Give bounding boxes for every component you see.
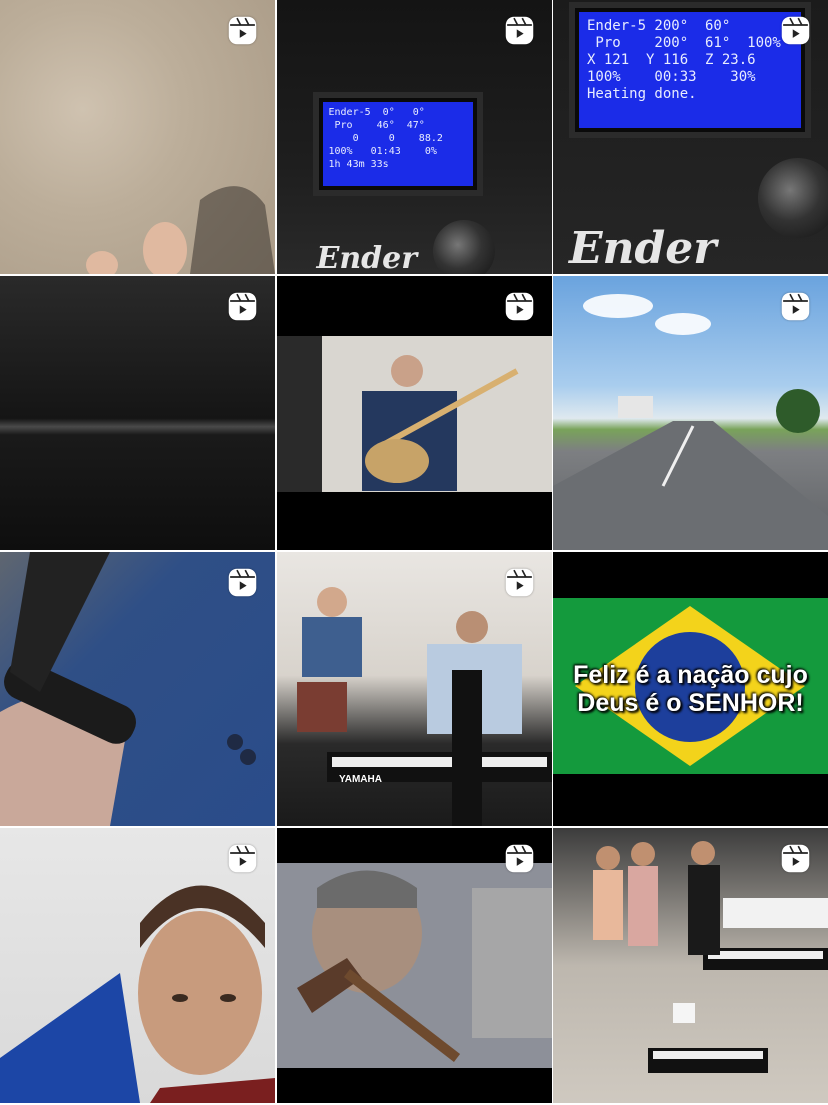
verse-line-1: Feliz é a nação cujo [573, 661, 808, 689]
lcd-row: 100% 00:33 30% [587, 69, 756, 85]
reels-grid: Ender-5 0° 0° Pro 46° 47° 0 0 88.2 100% … [0, 0, 828, 1105]
reels-icon [503, 842, 536, 875]
printer-knob [432, 220, 495, 274]
reel-tile[interactable]: Ender-5 0° 0° Pro 46° 47° 0 0 88.2 100% … [276, 0, 552, 274]
lcd-row: 0 0 88.2 [328, 133, 443, 144]
reel-tile[interactable] [0, 0, 275, 274]
lcd-row: X 121 Y 116 Z 23.6 [587, 52, 756, 68]
reel-tile[interactable] [0, 552, 275, 826]
lcd-row: Ender-5 200° 60° [587, 18, 731, 34]
reels-icon [226, 290, 259, 323]
reels-icon [503, 290, 536, 323]
lcd-row: Pro 46° 47° [328, 120, 425, 131]
reels-icon [226, 566, 259, 599]
reel-tile[interactable]: YAMAHA [276, 552, 552, 826]
printer-lcd-screen: Ender-5 0° 0° Pro 46° 47° 0 0 88.2 100% … [318, 98, 477, 190]
reel-tile[interactable]: Feliz é a nação cujo Deus é o SENHOR! [553, 552, 828, 826]
lcd-row: Ender-5 0° 0° [328, 107, 425, 118]
verse-line-2: Deus é o SENHOR! [577, 689, 804, 717]
printer-brand-logo: Ender [316, 241, 418, 274]
reel-tile[interactable] [553, 276, 828, 550]
printer-lcd-screen: Ender-5 200° 60° Pro 200° 61° 100% X 121… [575, 8, 805, 132]
reels-icon [779, 842, 812, 875]
reel-tile[interactable] [553, 828, 828, 1103]
reels-icon [226, 14, 259, 47]
reel-tile[interactable]: Ender-5 200° 60° Pro 200° 61° 100% X 121… [553, 0, 828, 274]
reel-tile[interactable] [0, 276, 275, 550]
printer-brand-logo: Ender [569, 223, 717, 274]
reels-icon [779, 290, 812, 323]
reel-tile[interactable] [276, 828, 552, 1103]
reel-tile[interactable] [0, 828, 275, 1103]
reels-icon [779, 14, 812, 47]
reels-icon [226, 842, 259, 875]
reels-icon [503, 566, 536, 599]
lcd-row: 100% 01:43 0% [328, 146, 437, 157]
printer-knob [758, 158, 828, 238]
lcd-row: Pro 200° 61° 100% [587, 35, 781, 51]
keyboard-brand-label: YAMAHA [339, 774, 382, 785]
reel-tile[interactable] [276, 276, 552, 550]
lcd-row: 1h 43m 33s [328, 159, 389, 170]
lcd-row: Heating done. [587, 86, 697, 102]
reels-icon [503, 14, 536, 47]
